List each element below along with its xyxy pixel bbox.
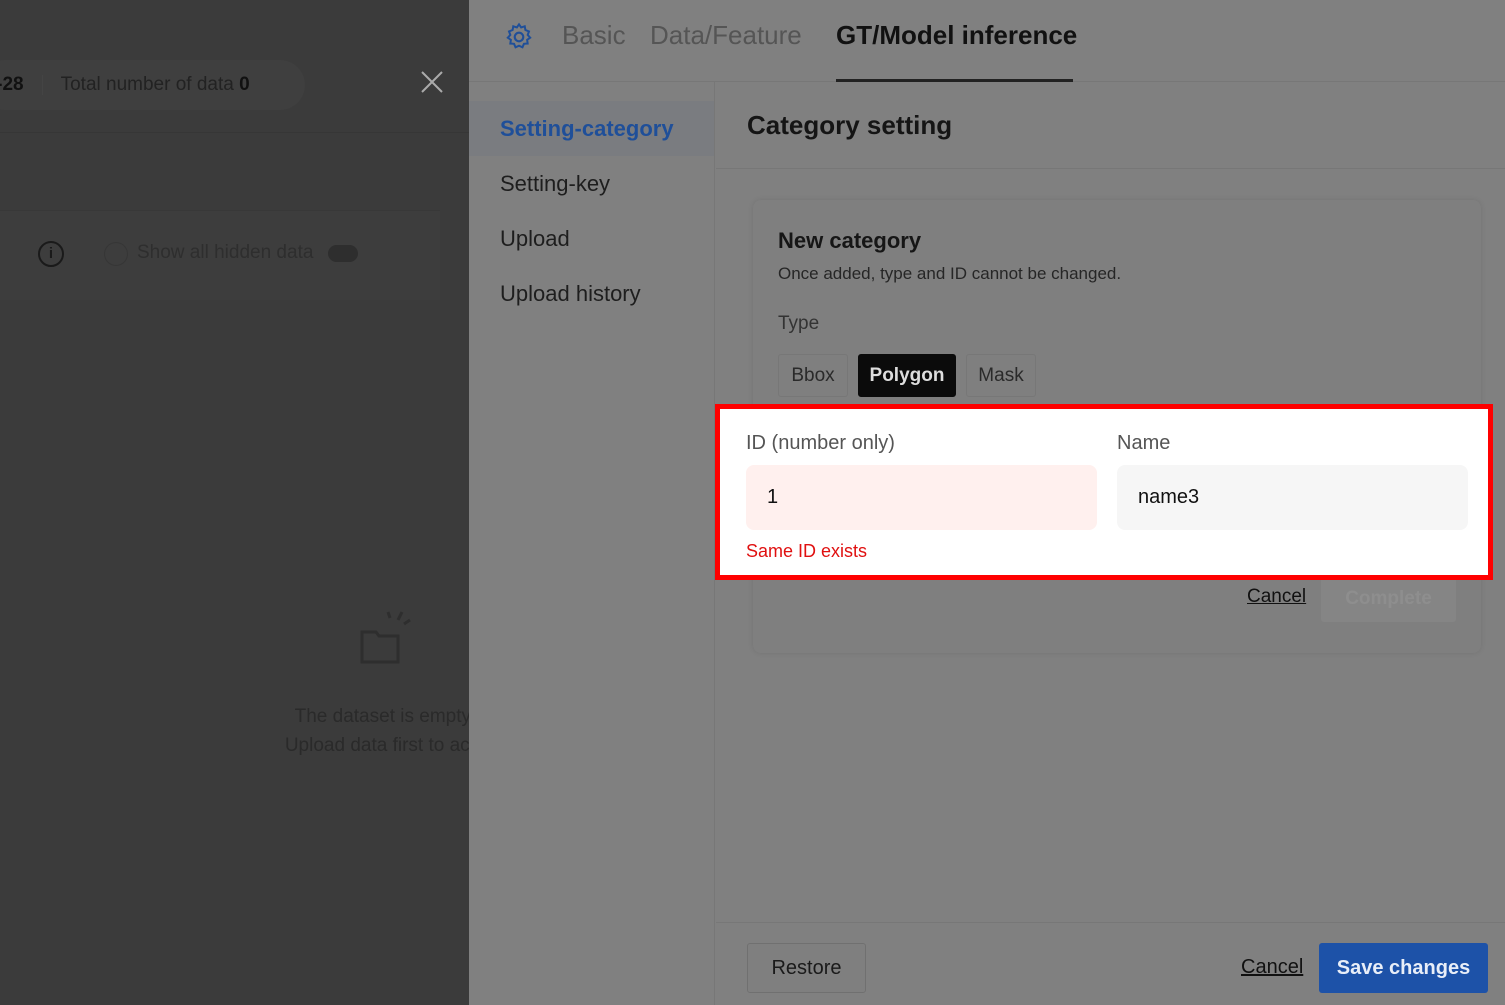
dialog-title: New category — [778, 228, 922, 253]
checkbox[interactable] — [104, 242, 128, 266]
tab-bar: Basic Data/Feature GT/Model inference — [469, 0, 1505, 82]
active-tab-indicator — [836, 79, 1073, 82]
empty-subtitle: Upload data first to activate features — [284, 735, 469, 756]
empty-title: The dataset is empty — [294, 706, 469, 727]
empty-folder-icon — [360, 611, 411, 664]
date: 03-28 — [0, 74, 24, 95]
dataset-info-pill: 03-28 Total number of data 0 — [0, 60, 305, 110]
show-hidden-toggle[interactable] — [328, 245, 358, 262]
gear-icon — [506, 22, 532, 49]
id-error-message: Same ID exists — [746, 541, 868, 561]
cancel-button[interactable]: Cancel — [1241, 956, 1303, 979]
complete-button[interactable]: Complete — [1321, 576, 1456, 622]
save-changes-button[interactable]: Save changes — [1319, 943, 1488, 993]
divider — [0, 132, 469, 133]
sidebar-item-setting-key[interactable]: Setting-key — [469, 156, 714, 211]
show-hidden-label: Show all hidden data — [137, 242, 314, 263]
sidebar-item-upload[interactable]: Upload — [469, 211, 714, 266]
dialog-subtitle: Once added, type and ID cannot be change… — [778, 264, 1122, 283]
sidebar-item-upload-history[interactable]: Upload history — [469, 266, 714, 321]
type-bbox-button[interactable]: Bbox — [778, 354, 848, 397]
id-input[interactable]: 1 — [746, 465, 1097, 530]
id-label: ID (number only) — [746, 432, 895, 454]
close-icon[interactable] — [420, 70, 444, 94]
highlighted-id-name-fields: ID (number only) 1 Same ID exists Name n… — [715, 404, 1493, 580]
divider — [716, 922, 1505, 923]
page-title: Category setting — [747, 110, 953, 140]
tab-gt-model-inference[interactable]: GT/Model inference — [836, 20, 1077, 51]
total-value: 0 — [239, 74, 250, 95]
divider — [716, 168, 1505, 169]
sidebar-item-setting-category[interactable]: Setting-category — [469, 101, 714, 156]
type-label: Type — [778, 313, 820, 334]
sidebar: Setting-category Setting-key Upload Uplo… — [469, 82, 715, 1005]
type-mask-button[interactable]: Mask — [966, 354, 1036, 397]
background-page: 03-28 Total number of data 0 i Show all … — [0, 0, 469, 1005]
restore-button[interactable]: Restore — [747, 943, 866, 993]
tab-basic[interactable]: Basic — [562, 20, 626, 51]
name-input[interactable]: name3 — [1117, 465, 1468, 530]
divider — [41, 75, 43, 95]
name-label: Name — [1117, 432, 1171, 454]
type-polygon-button[interactable]: Polygon — [858, 354, 956, 397]
dialog-cancel-button[interactable]: Cancel — [1247, 586, 1306, 608]
info-icon[interactable]: i — [38, 241, 64, 267]
total-label: Total number of data — [60, 74, 234, 95]
tab-data-feature[interactable]: Data/Feature — [650, 20, 802, 51]
